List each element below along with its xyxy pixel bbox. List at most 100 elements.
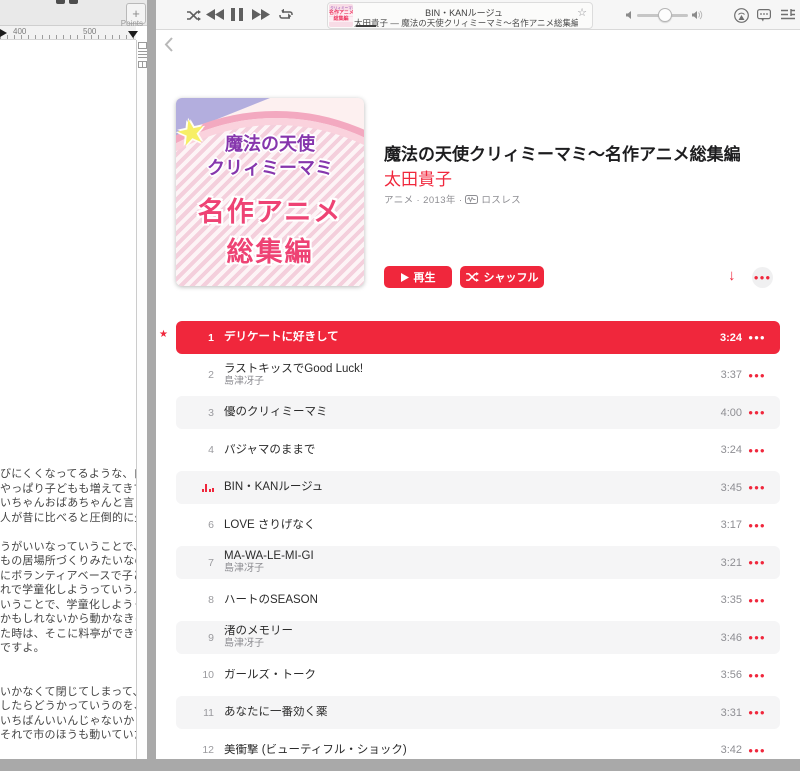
document-line: びにくくなってるような、自分の [0,467,136,482]
music-window: クリィミーマミ 名作アニメ 総集編 BIN・KANルージュ 太田貴子 — 魔法の… [156,0,800,759]
document-line: いちゃんおばあちゃんと言っても、 [0,496,136,511]
ruler-left-marker-icon[interactable] [0,29,7,37]
track-row[interactable]: 6 LOVE さりげなく 3:17 ●●● [176,509,780,542]
track-info: 優のクリィミーマミ [224,406,702,419]
track-row[interactable]: 2 ラストキッスでGood Luck! 島津冴子 3:37 ●●● [176,359,780,392]
lossless-badge-icon [465,195,478,204]
mini-art-text: クリィミーマミ [330,4,352,9]
toolbar-button-fragment [69,0,78,4]
album-meta: アニメ · 2013年 · ロスレス [384,192,521,206]
favorite-marker-icon[interactable]: ★ [159,329,168,340]
now-playing-display[interactable]: クリィミーマミ 名作アニメ 総集編 BIN・KANルージュ 太田貴子 — 魔法の… [327,2,593,29]
track-number: 9 [188,632,214,644]
track-more-button[interactable]: ●●● [742,333,772,342]
track-row[interactable]: 7 MA-WA-LE-MI-GI 島津冴子 3:21 ●●● [176,546,780,579]
track-row[interactable]: 10 ガールズ・トーク 3:56 ●●● [176,659,780,692]
album-more-button[interactable]: ●●● [752,267,773,288]
volume-min-icon[interactable] [626,11,634,19]
back-chevron-icon[interactable] [164,37,173,52]
document-line: かもしれないから動かなきゃいけ [0,612,136,627]
page-view-icon[interactable] [138,42,147,49]
document-line: うがいいなっていうことで、最初、 [0,540,136,555]
track-row[interactable]: 1 デリケートに好きして 3:24 ●●● [176,321,780,354]
playback-progress-bar[interactable] [356,25,376,27]
track-title: デリケートに好きして [224,331,702,344]
artwork-title-line: 名作アニメ [176,190,364,229]
track-row[interactable]: BIN・KANルージュ 3:45 ●●● [176,471,780,504]
track-row[interactable]: 12 美衝撃 (ビューティフル・ショック) 3:42 ●●● [176,734,780,767]
play-button[interactable]: 再生 [384,266,452,288]
mini-art-text: 総集編 [329,17,353,22]
now-playing-equalizer-icon [188,483,214,492]
track-duration: 3:37 [702,369,742,381]
track-more-button[interactable]: ●●● [742,746,772,755]
track-info: あなたに一番効く薬 [224,706,702,719]
track-title: LOVE さりげなく [224,519,702,532]
document-line: したらどうかっていうのを、保育 [0,699,136,714]
track-more-button[interactable]: ●●● [742,708,772,717]
play-icon [401,273,409,282]
document-line: いうことで、学童化しようってい [0,598,136,613]
track-more-button[interactable]: ●●● [742,521,772,530]
shuffle-icon[interactable] [187,10,201,21]
track-row[interactable]: 3 優のクリィミーマミ 4:00 ●●● [176,396,780,429]
now-playing-artwork: クリィミーマミ 名作アニメ 総集編 [329,4,353,27]
track-more-button[interactable]: ●●● [742,558,772,567]
editor-side-strip [136,40,147,759]
track-info: LOVE さりげなく [224,519,702,532]
airplay-radio-icon[interactable] [734,8,749,23]
track-row[interactable]: 4 パジャマのままで 3:24 ●●● [176,434,780,467]
repeat-icon[interactable] [279,9,293,21]
shuffle-icon [466,272,479,282]
track-more-button[interactable]: ●●● [742,446,772,455]
artwork-title-line: クリィミーマミ [176,154,364,180]
document-text[interactable]: びにくくなってるような、自分のやっぱり子どもも増えてきている。いちゃんおばあちゃ… [0,467,136,743]
track-title: ガールズ・トーク [224,669,702,682]
track-number: 1 [188,332,214,344]
up-next-list-icon[interactable] [781,9,795,21]
track-row[interactable]: 9 渚のメモリー 島津冴子 3:46 ●●● [176,621,780,654]
volume-max-icon[interactable] [692,10,703,20]
track-more-button[interactable]: ●●● [742,371,772,380]
columns-view-icon[interactable] [138,61,147,68]
shuffle-button[interactable]: シャッフル [460,266,544,288]
track-info: 渚のメモリー 島津冴子 [224,625,702,650]
track-more-button[interactable]: ●●● [742,408,772,417]
document-line: れで学童化しようっていうふうに。 [0,583,136,598]
track-info: MA-WA-LE-MI-GI 島津冴子 [224,550,702,575]
track-number: 6 [188,519,214,531]
album-artist-link[interactable]: 太田貴子 [384,165,452,190]
track-title: MA-WA-LE-MI-GI [224,550,702,563]
track-row[interactable]: 11 あなたに一番効く薬 3:31 ●●● [176,696,780,729]
track-number: 7 [188,557,214,569]
artwork-title-line: 総集編 [176,230,364,269]
volume-knob[interactable] [658,8,672,22]
ruler[interactable]: 400 500 [0,26,136,40]
desktop-gap [147,0,156,759]
tab-stop-marker-icon[interactable] [128,31,138,38]
track-title: 美衝撃 (ビューティフル・ショック) [224,744,702,757]
track-more-button[interactable]: ●●● [742,483,772,492]
download-button[interactable]: ↓ [728,267,736,284]
track-row[interactable]: 8 ハートのSEASON 3:35 ●●● [176,584,780,617]
document-line [0,656,136,671]
document-line: いちばんいいんじゃないかと、子 [0,714,136,729]
track-artist: 島津冴子 [224,638,702,650]
favorite-star-icon[interactable]: ☆ [577,6,587,19]
previous-track-icon[interactable] [206,9,224,20]
ruler-mark-400: 400 [13,27,26,36]
shuffle-button-label: シャッフル [484,269,539,285]
track-more-button[interactable]: ●●● [742,633,772,642]
track-info: ラストキッスでGood Luck! 島津冴子 [224,363,702,388]
track-more-button[interactable]: ●●● [742,671,772,680]
next-track-icon[interactable] [252,9,270,20]
document-line: もの居場所づくりみたいなのを2 [0,554,136,569]
document-line [0,670,136,685]
album-artwork[interactable]: ★ 魔法の天使 クリィミーマミ 名作アニメ 総集編 [176,98,364,286]
pause-icon[interactable] [231,8,243,21]
track-number: 11 [188,707,214,719]
track-duration: 3:56 [702,669,742,681]
track-more-button[interactable]: ●●● [742,596,772,605]
lyrics-icon[interactable] [757,9,771,22]
lines-view-icon[interactable] [138,51,147,59]
